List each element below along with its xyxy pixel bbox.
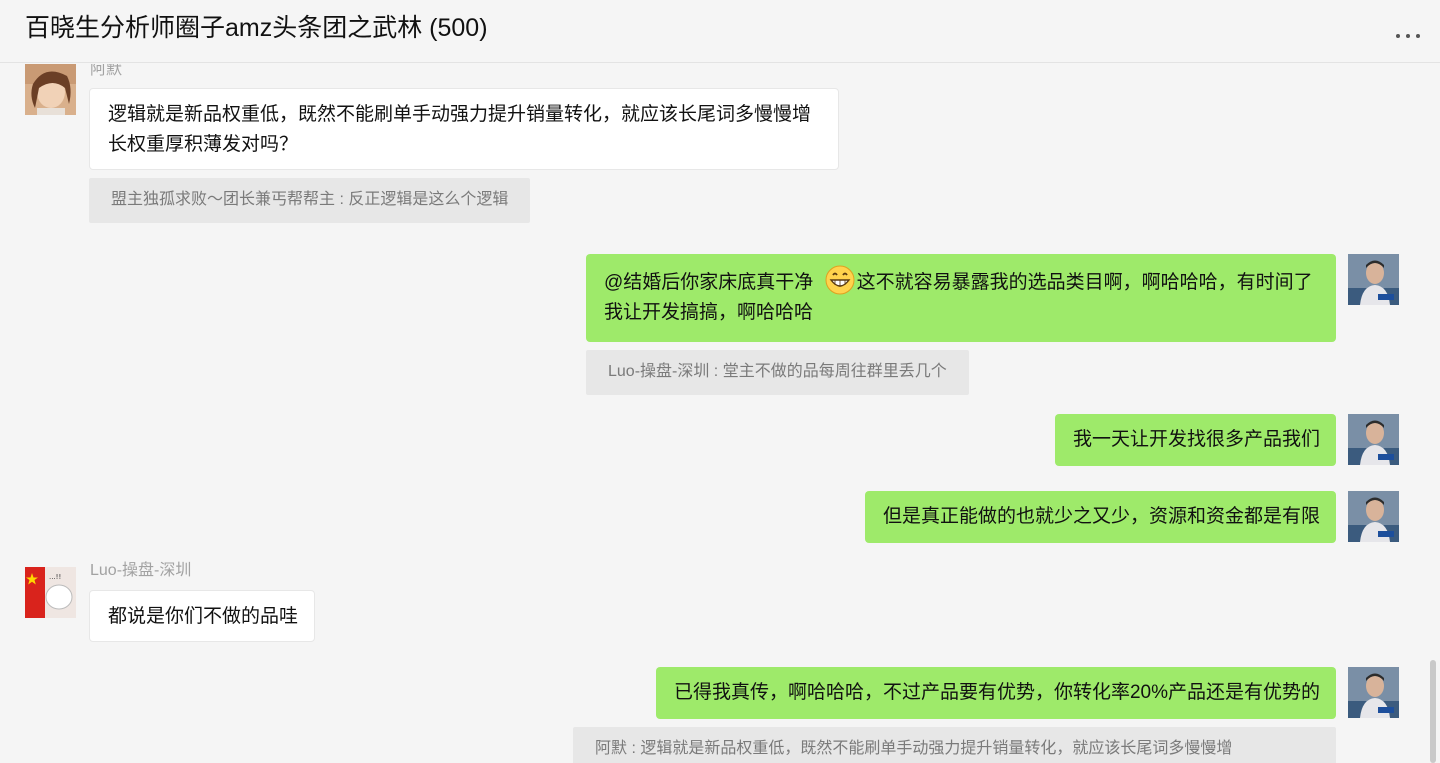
quoted-message[interactable]: 盟主独孤求败～团长兼丐帮帮主 : 反正逻辑是这么个逻辑 [89, 178, 531, 223]
avatar-luo[interactable]: ...!! [25, 567, 76, 618]
quoted-message[interactable]: 阿默 : 逻辑就是新品权重低，既然不能刷单手动强力提升销量转化，就应该长尾词多慢… [573, 727, 1336, 763]
more-horizontal-icon[interactable] [1394, 16, 1424, 46]
sender-name: 阿默 [90, 64, 123, 78]
avatar-self[interactable] [1348, 254, 1399, 305]
avatar-amo[interactable] [25, 64, 76, 115]
quoted-message[interactable]: Luo-操盘-深圳 : 堂主不做的品每周往群里丢几个 [586, 350, 969, 395]
message-bubble[interactable]: 但是真正能做的也就少之又少，资源和资金都是有限 [864, 491, 1336, 543]
message-bubble[interactable]: @结婚后你家床底真干净 这不就容易暴露我的选品类目啊，啊哈哈哈，有时间了我让开发… [586, 254, 1336, 342]
avatar-self[interactable] [1348, 414, 1399, 465]
message-bubble[interactable]: 逻辑就是新品权重低，既然不能刷单手动强力提升销量转化，就应该长尾词多慢慢增长权重… [89, 88, 839, 170]
avatar-self[interactable] [1348, 667, 1399, 718]
message-bubble[interactable]: 我一天让开发找很多产品我们 [1054, 414, 1336, 466]
message-bubble[interactable]: 已得我真传，啊哈哈哈，不过产品要有优势，你转化率20%产品还是有优势的 [655, 667, 1336, 719]
grinning-face-icon [825, 265, 855, 295]
sender-name: Luo-操盘-深圳 [90, 562, 192, 579]
avatar-self[interactable] [1348, 491, 1399, 542]
svg-text:...!!: ...!! [49, 573, 61, 581]
chat-title: 百晓生分析师圈子amz头条团之武林 (500) [25, 14, 488, 42]
message-bubble[interactable]: 都说是你们不做的品哇 [89, 590, 316, 642]
scrollbar[interactable] [1430, 660, 1436, 763]
mention-text: @结婚后你家床底真干净 [604, 272, 819, 293]
chat-header: 百晓生分析师圈子amz头条团之武林 (500) [0, 0, 1440, 63]
message-list[interactable]: 阿默 逻辑就是新品权重低，既然不能刷单手动强力提升销量转化，就应该长尾词多慢慢增… [0, 64, 1440, 763]
